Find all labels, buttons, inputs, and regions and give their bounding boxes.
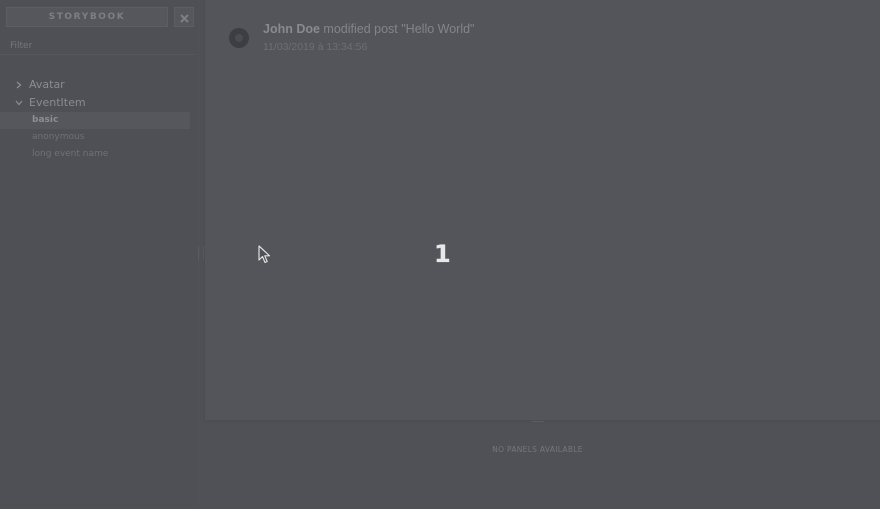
storybook-app: STORYBOOK Avatar Even (0, 0, 880, 509)
addons-panel: NO PANELS AVAILABLE (205, 424, 880, 509)
story-item-basic[interactable]: basic (0, 112, 190, 129)
user-icon (235, 34, 243, 42)
event-action: modified post "Hello World" (319, 22, 475, 36)
story-item-long-event-name[interactable]: long event name (0, 146, 198, 163)
close-icon (179, 8, 189, 27)
tree-kind-label: EventItem (29, 96, 86, 109)
sidebar: STORYBOOK Avatar Even (0, 0, 198, 509)
preview-iframe: John Doe modified post "Hello World" 11/… (205, 0, 880, 420)
event-author: John Doe (263, 22, 320, 36)
brand-row: STORYBOOK (6, 7, 194, 27)
tree-kind-label: Avatar (29, 78, 65, 91)
stories-tree: Avatar EventItem basic anonymous long ev… (0, 76, 198, 163)
tree-kind-eventitem[interactable]: EventItem (0, 94, 198, 112)
event-title: John Doe modified post "Hello World" (263, 22, 475, 36)
chevron-down-icon (14, 94, 24, 112)
avatar (229, 28, 249, 48)
sidebar-resize-handle[interactable] (198, 246, 204, 260)
step-number-overlay: 1 (434, 240, 451, 268)
filter-input[interactable] (0, 37, 196, 55)
mouse-cursor-icon (258, 245, 272, 269)
event-date: 11/03/2019 à 13:34:56 (263, 41, 368, 53)
story-item-anonymous[interactable]: anonymous (0, 129, 198, 146)
shortcuts-button[interactable] (174, 7, 194, 27)
tree-kind-avatar[interactable]: Avatar (0, 76, 198, 94)
no-panels-message: NO PANELS AVAILABLE (492, 445, 583, 454)
chevron-right-icon (14, 76, 24, 94)
storybook-brand-link[interactable]: STORYBOOK (6, 7, 168, 27)
